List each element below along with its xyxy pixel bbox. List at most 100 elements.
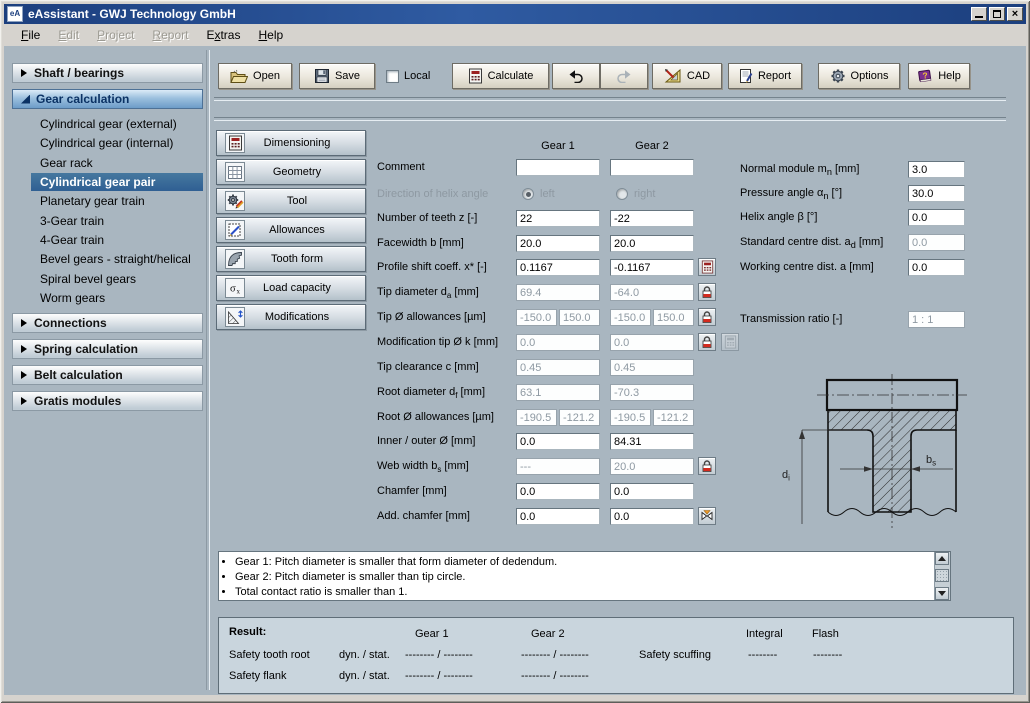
gear2-column-header: Gear 2 xyxy=(635,140,669,152)
profile-shift-calculator-button[interactable] xyxy=(698,258,716,276)
sidebar-item-gear-rack[interactable]: Gear rack xyxy=(13,154,203,172)
gear-icon xyxy=(831,69,845,83)
undo-button[interactable] xyxy=(552,63,600,89)
options-button[interactable]: Options xyxy=(818,63,900,89)
number-of-teeth-label: Number of teeth z [-] xyxy=(377,212,478,224)
gear-cross-section-diagram: di bs xyxy=(782,374,967,528)
sidebar-section-belt-calculation[interactable]: Belt calculation xyxy=(12,365,203,385)
arrow-down-icon xyxy=(938,591,946,596)
sidebar-item-4-gear-train[interactable]: 4-Gear train xyxy=(13,231,203,249)
lock-icon xyxy=(702,311,712,323)
modifications-button[interactable]: Modifications xyxy=(216,304,366,330)
teeth-gear1-input[interactable] xyxy=(516,210,600,227)
inner-outer-gear1-input[interactable] xyxy=(516,433,600,450)
transmission-ratio-label: Transmission ratio [-] xyxy=(740,313,843,325)
help-button[interactable]: ? Help xyxy=(908,63,970,89)
minimize-button[interactable] xyxy=(971,7,987,21)
pressure-angle-input[interactable] xyxy=(908,185,965,202)
load-capacity-button[interactable]: σx Load capacity xyxy=(216,275,366,301)
calculate-button[interactable]: Calculate xyxy=(452,63,549,89)
safety-tooth-root-gear2-value: -------- / -------- xyxy=(521,649,589,661)
scroll-down-button[interactable] xyxy=(935,587,949,600)
add-chamfer-gear2-input[interactable] xyxy=(610,508,694,525)
menu-project: Project xyxy=(97,28,135,42)
modification-tip-lock-button[interactable] xyxy=(698,333,716,351)
normal-module-label: Normal module mn [mm] xyxy=(740,163,860,178)
scrollbar-thumb[interactable] xyxy=(935,569,949,582)
sidebar-section-gratis-modules[interactable]: Gratis modules xyxy=(12,391,203,411)
open-folder-icon xyxy=(230,69,249,83)
profile-shift-gear2-input[interactable] xyxy=(610,259,694,276)
chamfer-icon xyxy=(701,510,713,521)
result-panel: Result: Gear 1 Gear 2 Integral Flash Saf… xyxy=(218,617,1014,694)
inner-outer-diameter-label: Inner / outer Ø [mm] xyxy=(377,435,476,447)
tip-allowance-gear2-lower-input xyxy=(653,309,694,326)
helix-angle-input[interactable] xyxy=(908,209,965,226)
profile-shift-gear1-input[interactable] xyxy=(516,259,600,276)
normal-module-input[interactable] xyxy=(908,161,965,178)
comment-gear2-input[interactable] xyxy=(610,159,694,176)
cad-button[interactable]: CAD xyxy=(652,63,722,89)
sidebar-section-shaft-bearings[interactable]: Shaft / bearings xyxy=(12,63,203,83)
sidebar-item-cylindrical-gear-internal[interactable]: Cylindrical gear (internal) xyxy=(13,134,203,152)
comment-gear1-input[interactable] xyxy=(516,159,600,176)
sidebar-section-spring-calculation[interactable]: Spring calculation xyxy=(12,339,203,359)
menu-extras[interactable]: Extras xyxy=(197,26,249,44)
web-width-gear1-input xyxy=(516,458,600,475)
geometry-button[interactable]: Geometry xyxy=(216,159,366,185)
gear-segment-icon xyxy=(225,249,245,269)
menubar: File Edit Project Report Extras Help xyxy=(4,24,1026,46)
sidebar-item-cylindrical-gear-external[interactable]: Cylindrical gear (external) xyxy=(13,115,203,133)
page-pencil-icon xyxy=(225,220,245,240)
undo-icon xyxy=(569,70,583,83)
teeth-gear2-input[interactable] xyxy=(610,210,694,227)
messages-scrollbar[interactable] xyxy=(934,552,950,600)
local-checkbox[interactable] xyxy=(386,70,399,83)
chamfer-gear2-input[interactable] xyxy=(610,483,694,500)
hatch-arrows-icon xyxy=(225,307,245,327)
messages-box: Gear 1: Pitch diameter is smaller that f… xyxy=(218,551,951,601)
open-button[interactable]: Open xyxy=(218,63,292,89)
menu-help[interactable]: Help xyxy=(249,26,292,44)
chamfer-gear1-input[interactable] xyxy=(516,483,600,500)
menu-file[interactable]: File xyxy=(12,26,49,44)
sidebar-item-worm-gears[interactable]: Worm gears xyxy=(13,289,203,307)
result-gear1-header: Gear 1 xyxy=(415,628,449,640)
tool-button[interactable]: Tool xyxy=(216,188,366,214)
sidebar-divider xyxy=(206,50,210,690)
helix-right-radio-label: right xyxy=(634,188,656,200)
tip-diameter-lock-button[interactable] xyxy=(698,283,716,301)
collapsed-triangle-icon xyxy=(21,371,27,379)
scroll-up-button[interactable] xyxy=(935,552,949,565)
tip-allowance-gear1-upper-input xyxy=(516,309,557,326)
save-button[interactable]: Save xyxy=(299,63,375,89)
root-diameter-gear1-input xyxy=(516,384,600,401)
dimensioning-button[interactable]: Dimensioning xyxy=(216,130,366,156)
tip-allowances-lock-button[interactable] xyxy=(698,308,716,326)
sidebar-item-3-gear-train[interactable]: 3-Gear train xyxy=(13,212,203,230)
report-button[interactable]: Report xyxy=(728,63,802,89)
working-centre-distance-input[interactable] xyxy=(908,259,965,276)
svg-text:σ: σ xyxy=(230,284,236,295)
close-button[interactable]: × xyxy=(1007,7,1023,21)
facewidth-gear2-input[interactable] xyxy=(610,235,694,252)
sidebar-section-gear-calculation[interactable]: Gear calculation xyxy=(12,89,203,109)
inner-outer-gear2-input[interactable] xyxy=(610,433,694,450)
add-chamfer-option-button[interactable] xyxy=(698,507,716,525)
message-item: Gear 1: Pitch diameter is smaller that f… xyxy=(235,555,950,570)
tooth-form-button[interactable]: Tooth form xyxy=(216,246,366,272)
sidebar-item-bevel-gears[interactable]: Bevel gears - straight/helical xyxy=(13,250,203,268)
safety-scuffing-integral-value: -------- xyxy=(748,649,778,661)
facewidth-gear1-input[interactable] xyxy=(516,235,600,252)
maximize-button[interactable] xyxy=(989,7,1005,21)
sidebar-item-planetary-gear-train[interactable]: Planetary gear train xyxy=(13,192,203,210)
tip-allowance-gear1-lower-input xyxy=(559,309,600,326)
sidebar-item-spiral-bevel-gears[interactable]: Spiral bevel gears xyxy=(13,270,203,288)
tip-clearance-gear2-input xyxy=(610,359,694,376)
gear1-column-header: Gear 1 xyxy=(541,140,575,152)
web-width-lock-button[interactable] xyxy=(698,457,716,475)
sidebar-item-cylindrical-gear-pair[interactable]: Cylindrical gear pair xyxy=(31,173,203,191)
allowances-button[interactable]: Allowances xyxy=(216,217,366,243)
sidebar-section-connections[interactable]: Connections xyxy=(12,313,203,333)
add-chamfer-gear1-input[interactable] xyxy=(516,508,600,525)
